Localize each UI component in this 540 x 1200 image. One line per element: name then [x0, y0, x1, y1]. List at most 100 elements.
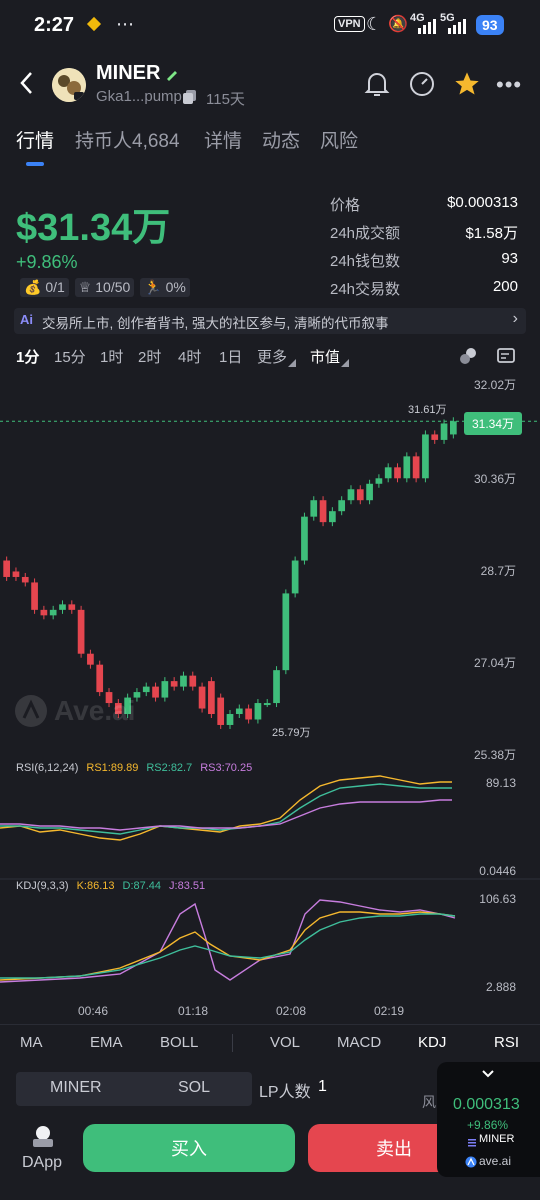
star-icon[interactable]	[453, 70, 481, 103]
top-holders-badge[interactable]: ♕ 10/50	[74, 278, 135, 297]
tab-details[interactable]: 详情	[204, 126, 242, 153]
candle	[263, 703, 271, 706]
rsi-line-1	[0, 775, 452, 841]
signal-bars-2-icon	[446, 18, 470, 39]
candle	[40, 609, 48, 616]
stat-label: 24h钱包数	[330, 253, 401, 270]
candle	[96, 664, 104, 693]
x-tick: 02:19	[374, 1004, 405, 1018]
kdj-k-value: K:86.13	[76, 880, 115, 892]
timeframe-1d[interactable]: 1日	[219, 346, 242, 367]
candle	[347, 489, 355, 501]
speedometer-icon[interactable]	[408, 70, 436, 103]
runner-icon: 🏃	[144, 279, 162, 295]
tab-market[interactable]: 行情	[16, 126, 54, 153]
mute-icon: 🔕	[388, 16, 408, 33]
indicator-macd[interactable]: MACD	[337, 1034, 381, 1051]
candle	[431, 434, 439, 440]
tab-holders[interactable]: 持币人4,684	[75, 126, 180, 153]
buy-button[interactable]: 买入	[83, 1124, 295, 1172]
watermark: Ave.ai	[14, 694, 135, 728]
tab-activity[interactable]: 动态	[262, 126, 300, 153]
candle	[375, 478, 383, 484]
candle	[217, 697, 225, 725]
kdj-header: KDJ(9,3,3) K:86.13 D:87.44 J:83.51	[16, 880, 205, 892]
indicator-ma[interactable]: MA	[20, 1034, 43, 1051]
timeframe-1h[interactable]: 1时	[100, 346, 123, 367]
candle	[3, 560, 11, 577]
indicator-ema[interactable]: EMA	[90, 1034, 123, 1051]
candle	[68, 604, 76, 610]
candle	[356, 489, 364, 501]
candle	[12, 571, 20, 577]
widget-symbol: MINER	[479, 1133, 515, 1145]
lp-label: LP人数	[259, 1084, 311, 1101]
x-tick: 02:08	[276, 1004, 307, 1018]
indicator-kdj[interactable]: KDJ	[418, 1034, 446, 1051]
timeframe-more[interactable]: 更多	[257, 346, 287, 367]
y-tick: 30.36万	[473, 472, 516, 486]
candle	[180, 675, 187, 687]
stat-value: $1.58万	[465, 225, 518, 242]
widget-token-icon	[467, 1134, 477, 1152]
token-avatar	[52, 68, 86, 102]
dapp-label: DApp	[21, 1154, 63, 1171]
candle	[394, 467, 401, 479]
y-tick: 27.04万	[473, 656, 516, 670]
signal-bars-icon	[414, 18, 438, 39]
candle	[440, 423, 448, 440]
timeframe-4h[interactable]: 4时	[178, 346, 201, 367]
candle	[161, 681, 169, 698]
indicator-rsi[interactable]: RSI	[494, 1034, 519, 1051]
bell-icon[interactable]	[364, 70, 390, 103]
crown-icon: ♕	[78, 279, 92, 295]
ave-ai-icon	[465, 1155, 477, 1173]
chart-settings-icon[interactable]	[496, 346, 518, 371]
pool-tab-sol[interactable]: SOL	[178, 1079, 210, 1097]
floating-price-widget[interactable]: 0.000313 +9.86% MINER ave.ai	[437, 1062, 540, 1177]
stat-label: 价格	[330, 197, 361, 214]
candle	[338, 500, 346, 512]
candle	[412, 456, 420, 479]
token-address[interactable]: Gka1...pump	[96, 88, 182, 105]
ai-summary-bar[interactable]: Ai 交易所上市, 创作者背书, 强大的社区参与, 清晰的代币叙事 ›	[14, 308, 526, 334]
more-options-icon[interactable]: •••	[496, 72, 522, 98]
sell-label: 卖出	[376, 1139, 412, 1159]
active-tab-indicator	[26, 162, 44, 166]
moon-icon: ☾	[366, 14, 383, 34]
indicator-boll[interactable]: BOLL	[160, 1034, 198, 1051]
indicator-vol[interactable]: VOL	[270, 1034, 300, 1051]
market-cap: $31.34万	[16, 207, 171, 249]
stat-value: $0.000313	[447, 194, 518, 211]
tab-risk[interactable]: 风险	[320, 126, 358, 153]
back-icon[interactable]	[18, 70, 36, 101]
top-holders-value: 10/50	[95, 279, 131, 295]
y-tick: 25.38万	[473, 748, 516, 762]
indicator-settings-icon[interactable]	[458, 346, 480, 371]
sniper-badge[interactable]: 🏃 0%	[140, 278, 190, 297]
candle	[198, 686, 206, 709]
stat-value: 200	[492, 278, 518, 295]
token-header: MINER Gka1...pump 115天 •••	[0, 60, 540, 110]
timeframe-2h[interactable]: 2时	[138, 346, 161, 367]
candle	[59, 604, 66, 610]
collapse-chevron-icon[interactable]	[481, 1066, 495, 1084]
pool-tab-miner[interactable]: MINER	[50, 1079, 102, 1097]
app-notification-icon	[84, 14, 104, 34]
candle	[384, 467, 392, 479]
timeframe-1m[interactable]: 1分	[16, 346, 39, 367]
x-tick: 01:18	[178, 1004, 209, 1018]
verified-pencil-icon	[164, 66, 180, 87]
widget-brand: ave.ai	[479, 1154, 512, 1168]
candle	[422, 434, 429, 479]
money-bag-icon: 💰	[24, 279, 42, 295]
pool-token-switch: MINER SOL	[16, 1072, 252, 1106]
timeframe-15m[interactable]: 15分	[54, 346, 86, 367]
candle	[152, 686, 159, 698]
market-cap-toggle[interactable]: 市值	[310, 346, 340, 367]
dapp-button[interactable]: DApp	[20, 1124, 64, 1172]
copy-icon[interactable]	[182, 89, 198, 110]
dev-holding-badge[interactable]: 💰 0/1	[20, 278, 69, 297]
candle	[449, 421, 457, 435]
candle	[366, 483, 373, 501]
